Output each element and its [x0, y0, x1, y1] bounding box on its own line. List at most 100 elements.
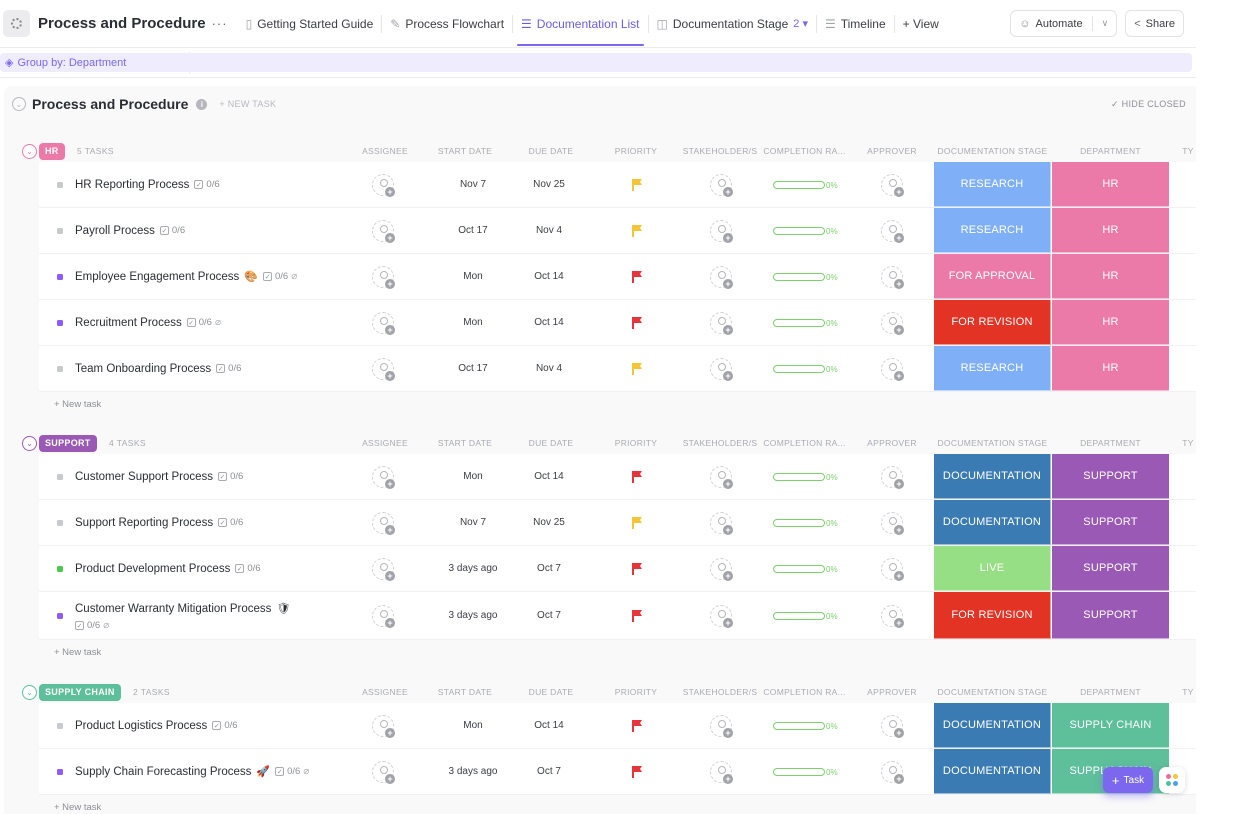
task-name[interactable]: Product Logistics Process ✓ 0/6	[75, 720, 238, 732]
space-more-icon[interactable]: ···	[212, 16, 228, 31]
tab-documentation-stage[interactable]: ◫ Documentation Stage 2 ▾	[649, 0, 816, 48]
department-cell[interactable]: HR	[1052, 208, 1169, 253]
due-date[interactable]: Nov 4	[509, 363, 589, 374]
due-date[interactable]: Oct 7	[509, 766, 589, 777]
hide-closed-toggle[interactable]: ✓ HIDE CLOSED	[1111, 99, 1186, 110]
add-task-fab[interactable]: + Task	[1103, 767, 1153, 793]
column-header-approver[interactable]: APPROVER	[862, 438, 922, 448]
task-name[interactable]: Customer Support Process ✓ 0/6	[75, 471, 243, 483]
column-header-department[interactable]: DEPARTMENT	[1052, 687, 1169, 697]
status-icon[interactable]	[57, 473, 63, 480]
start-date[interactable]: Nov 7	[433, 179, 513, 190]
documentation-stage-cell[interactable]: DOCUMENTATION	[934, 454, 1051, 499]
task-title[interactable]: Support Reporting Process	[75, 517, 213, 529]
status-icon[interactable]	[57, 181, 63, 188]
assignee-add-icon[interactable]	[372, 312, 395, 335]
task-name[interactable]: Supply Chain Forecasting Process 🚀 ✓ 0/6 ⌀	[75, 765, 309, 779]
column-header-stakeholders[interactable]: STAKEHOLDER/S	[680, 146, 760, 156]
task-title[interactable]: Supply Chain Forecasting Process	[75, 766, 251, 778]
new-task-link[interactable]: + New task	[54, 802, 101, 813]
documentation-stage-cell[interactable]: RESEARCH	[934, 346, 1051, 391]
column-header-doc-stage[interactable]: DOCUMENTATION STAGE	[934, 687, 1051, 697]
task-name[interactable]: Payroll Process ✓ 0/6	[75, 225, 185, 237]
column-header-priority[interactable]: PRIORITY	[604, 438, 668, 448]
task-name[interactable]: Support Reporting Process ✓ 0/6	[75, 517, 243, 529]
department-cell[interactable]: SUPPORT	[1052, 592, 1169, 639]
task-row[interactable]: HR Reporting Process ✓0/6 Nov 7Nov 25 0% RES…	[39, 162, 1196, 208]
subtask-count[interactable]: ✓ 0/6 ⌀	[263, 271, 297, 282]
status-icon[interactable]	[57, 519, 63, 526]
column-header-department[interactable]: DEPARTMENT	[1052, 146, 1169, 156]
status-icon[interactable]	[57, 768, 63, 775]
task-name[interactable]: HR Reporting Process ✓ 0/6	[75, 179, 220, 191]
task-name[interactable]: Customer Warranty Mitigation Process 🛡 ✓ 0/…	[75, 602, 290, 631]
department-cell[interactable]: SUPPORT	[1052, 454, 1169, 499]
department-cell[interactable]: SUPPORT	[1052, 500, 1169, 545]
assignee-add-icon[interactable]	[372, 220, 395, 243]
column-header-priority[interactable]: PRIORITY	[604, 687, 668, 697]
subtask-count[interactable]: ✓ 0/6	[194, 179, 220, 190]
priority-flag-icon[interactable]	[632, 563, 642, 575]
assignee-add-icon[interactable]	[372, 512, 395, 535]
stakeholder-add-icon[interactable]	[710, 174, 733, 197]
status-icon[interactable]	[57, 565, 63, 572]
tab-process-flowchart[interactable]: ✎ Process Flowchart	[382, 0, 512, 48]
approver-add-icon[interactable]	[881, 174, 904, 197]
priority-flag-icon[interactable]	[632, 179, 642, 191]
column-header-doc-stage[interactable]: DOCUMENTATION STAGE	[934, 438, 1051, 448]
collapse-group-icon[interactable]: ⌄	[22, 684, 37, 700]
start-date[interactable]: Mon	[433, 271, 513, 282]
column-header-department[interactable]: DEPARTMENT	[1052, 438, 1169, 448]
start-date[interactable]: 3 days ago	[433, 563, 513, 574]
attachment-icon[interactable]: ⌀	[103, 620, 109, 631]
documentation-stage-cell[interactable]: FOR REVISION	[934, 300, 1051, 345]
assignee-add-icon[interactable]	[372, 358, 395, 381]
priority-flag-icon[interactable]	[632, 610, 642, 622]
approver-add-icon[interactable]	[881, 605, 904, 628]
assignee-add-icon[interactable]	[372, 174, 395, 197]
task-row[interactable]: Supply Chain Forecasting Process 🚀 ✓0/6⌀ 3 …	[39, 749, 1196, 795]
due-date[interactable]: Oct 14	[509, 317, 589, 328]
stakeholder-add-icon[interactable]	[710, 605, 733, 628]
column-header-due-date[interactable]: DUE DATE	[516, 146, 586, 156]
task-row[interactable]: Customer Warranty Mitigation Process 🛡 ✓ 0/…	[39, 592, 1196, 640]
approver-add-icon[interactable]	[881, 266, 904, 289]
subtask-count[interactable]: ✓ 0/6 ⌀	[75, 620, 109, 631]
column-header-completion[interactable]: COMPLETION RA...	[762, 146, 847, 156]
priority-flag-icon[interactable]	[632, 363, 642, 375]
stakeholder-add-icon[interactable]	[710, 512, 733, 535]
stakeholder-add-icon[interactable]	[710, 715, 733, 738]
department-cell[interactable]: SUPPORT	[1052, 546, 1169, 591]
column-header-due-date[interactable]: DUE DATE	[516, 438, 586, 448]
column-header-start-date[interactable]: START DATE	[429, 687, 501, 697]
task-title[interactable]: Product Logistics Process	[75, 720, 207, 732]
attachment-icon[interactable]: ⌀	[291, 271, 297, 282]
task-row[interactable]: Customer Support Process ✓0/6 MonOct 14 0% D…	[39, 454, 1196, 500]
priority-flag-icon[interactable]	[632, 225, 642, 237]
documentation-stage-cell[interactable]: LIVE	[934, 546, 1051, 591]
column-header-approver[interactable]: APPROVER	[862, 687, 922, 697]
column-header-doc-stage[interactable]: DOCUMENTATION STAGE	[934, 146, 1051, 156]
attachment-icon[interactable]: ⌀	[303, 766, 309, 777]
documentation-stage-cell[interactable]: FOR REVISION	[934, 592, 1051, 639]
column-header-priority[interactable]: PRIORITY	[604, 146, 668, 156]
assignee-add-icon[interactable]	[372, 558, 395, 581]
priority-flag-icon[interactable]	[632, 720, 642, 732]
start-date[interactable]: 3 days ago	[433, 766, 513, 777]
documentation-stage-cell[interactable]: DOCUMENTATION	[934, 500, 1051, 545]
view-count-badge[interactable]: 2 ▾	[793, 17, 808, 30]
documentation-stage-cell[interactable]: FOR APPROVAL	[934, 254, 1051, 299]
approver-add-icon[interactable]	[881, 312, 904, 335]
task-name[interactable]: Team Onboarding Process ✓ 0/6	[75, 363, 241, 375]
assignee-add-icon[interactable]	[372, 466, 395, 489]
group-pill[interactable]: HR	[39, 142, 65, 160]
column-header-stakeholders[interactable]: STAKEHOLDER/S	[680, 687, 760, 697]
priority-flag-icon[interactable]	[632, 317, 642, 329]
space-icon[interactable]	[3, 10, 30, 37]
start-date[interactable]: Nov 7	[433, 517, 513, 528]
priority-flag-icon[interactable]	[632, 517, 642, 529]
assignee-add-icon[interactable]	[372, 605, 395, 628]
group-by-button[interactable]: ◈ Group by: Department	[0, 53, 1192, 72]
automate-button[interactable]: ☺ Automate ∨	[1010, 10, 1118, 37]
column-header-due-date[interactable]: DUE DATE	[516, 687, 586, 697]
